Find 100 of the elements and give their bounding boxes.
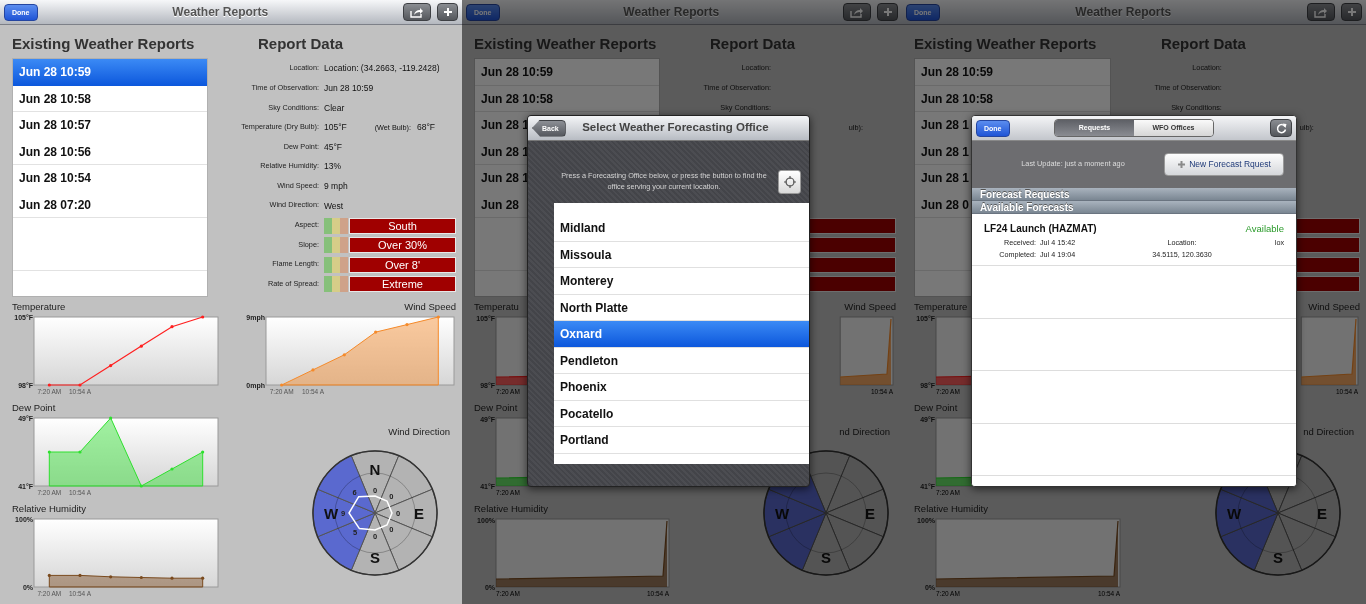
section-title: Report Data (1159, 34, 1247, 54)
report-item[interactable]: Jun 28 10:57 (13, 112, 207, 139)
chart-title: Wind Direction (388, 426, 450, 437)
section-title: Existing Weather Reports (914, 34, 1098, 54)
office-item[interactable]: Oxnard (554, 321, 809, 348)
data-point (109, 416, 113, 420)
compass-letter: E (414, 504, 424, 522)
office-item[interactable]: Midland (554, 215, 809, 242)
screen-title: Weather Reports (622, 4, 721, 21)
data-point (78, 450, 82, 454)
chart-title: Dew Point (914, 402, 958, 413)
field-value: Location: (34.2663, -119.2428) (324, 62, 440, 76)
chart-title: Dew Point (12, 402, 56, 413)
chart-title: Dew Point (474, 402, 518, 413)
wind-polygon (348, 495, 393, 531)
compass-letter: N (369, 460, 381, 478)
refresh-button[interactable] (1270, 119, 1292, 137)
chart-title: Relative Humidity (474, 503, 548, 514)
compass-letter: S (821, 548, 832, 566)
field-value: Clear (324, 101, 345, 115)
field-value: 13% (324, 160, 341, 174)
crosshair-icon (783, 176, 796, 188)
rating-bar: Extreme (349, 276, 456, 293)
data-point (374, 330, 378, 334)
rating-bar: Over 30% (349, 237, 456, 254)
compass-letter: S (1272, 548, 1283, 566)
data-point (170, 325, 174, 329)
section-header: Forecast Requests (972, 188, 1296, 201)
section-title: Existing Weather Reports (12, 34, 196, 54)
section-title: Existing Weather Reports (474, 34, 658, 54)
section-title: Report Data (709, 34, 797, 54)
plus-icon (442, 7, 453, 17)
locate-button[interactable] (778, 170, 801, 194)
report-item[interactable]: Jun 28 10:56 (13, 138, 207, 165)
chart-title: Temperature (12, 301, 66, 312)
share-icon (850, 6, 864, 18)
data-point (47, 450, 51, 454)
section-title: Report Data (257, 34, 344, 54)
plus-icon (1177, 160, 1187, 169)
rating-bar: Over 8' (349, 256, 456, 273)
compass-letter: W (323, 504, 339, 522)
add-button[interactable] (437, 3, 458, 21)
compass-letter: W (1226, 504, 1242, 522)
report-item[interactable]: Jun 28 10:54 (13, 165, 207, 192)
data-point (311, 368, 315, 372)
chart-title: Temperature (914, 301, 968, 312)
report-item[interactable]: Jun 28 10:59 (475, 59, 659, 86)
chart-title: Wind Speed (404, 301, 456, 312)
share-icon (1314, 6, 1328, 18)
office-item[interactable]: Pocatello (554, 400, 809, 427)
data-point (47, 383, 51, 387)
data-point (109, 363, 113, 368)
data-point (405, 322, 409, 327)
data-point (78, 383, 82, 387)
chart-title: Relative Humidity (12, 503, 86, 514)
report-item[interactable]: Jun 28 10:58 (915, 85, 1110, 112)
compass-letter: W (775, 504, 790, 522)
compass-letter: E (865, 504, 876, 522)
data-point (109, 575, 113, 579)
field-value: Jun 28 10:59 (324, 82, 374, 95)
screen-title: Weather Reports (171, 4, 270, 21)
share-icon (410, 6, 424, 18)
field-value: West (324, 199, 344, 213)
data-point (139, 484, 143, 488)
field-value: 9 mph (324, 180, 348, 193)
plus-icon (1346, 7, 1357, 17)
rating-bar: South (349, 217, 456, 234)
office-item[interactable]: Phoenix (554, 374, 809, 401)
dialog-title: Select Weather Forecasting Office (581, 120, 770, 136)
chart-title: nd Direction (839, 426, 890, 437)
office-item[interactable]: Pendleton (554, 347, 809, 374)
data-point (280, 383, 284, 387)
report-item[interactable]: Jun 28 10:59 (915, 59, 1110, 86)
screen-title: Weather Reports (1074, 4, 1173, 21)
field-value: 45°F (324, 140, 343, 154)
plus-icon (882, 7, 893, 17)
new-request-button[interactable]: New Forecast Rquest (1164, 153, 1284, 176)
field-value: 105°F (324, 121, 348, 134)
office-item[interactable]: Monterey (554, 268, 809, 295)
report-item[interactable]: Jun 28 10:58 (475, 85, 659, 112)
data-point (139, 344, 143, 348)
data-point (342, 353, 346, 357)
field-value: 68°F (417, 122, 436, 133)
data-point (47, 573, 51, 578)
status-text: Available (1245, 222, 1284, 236)
share-button[interactable] (403, 3, 431, 21)
report-item[interactable]: Jun 28 07:20 (13, 191, 207, 218)
data-point (201, 450, 205, 454)
compass-letter: E (1316, 504, 1327, 522)
report-item[interactable]: Jun 28 10:58 (13, 85, 207, 112)
office-item[interactable]: Missoula (554, 241, 809, 268)
compass-letter: S (370, 548, 380, 566)
chart-title: nd Direction (1303, 426, 1354, 437)
office-item[interactable]: Portland (554, 427, 809, 454)
data-point (170, 467, 174, 471)
report-item[interactable]: Jun 28 10:59 (13, 59, 207, 86)
chart-title: Wind Speed (1308, 301, 1360, 312)
forecast-title: LF24 Launch (HAZMAT) (984, 222, 1097, 236)
data-point (436, 315, 440, 319)
data-point (170, 576, 174, 580)
